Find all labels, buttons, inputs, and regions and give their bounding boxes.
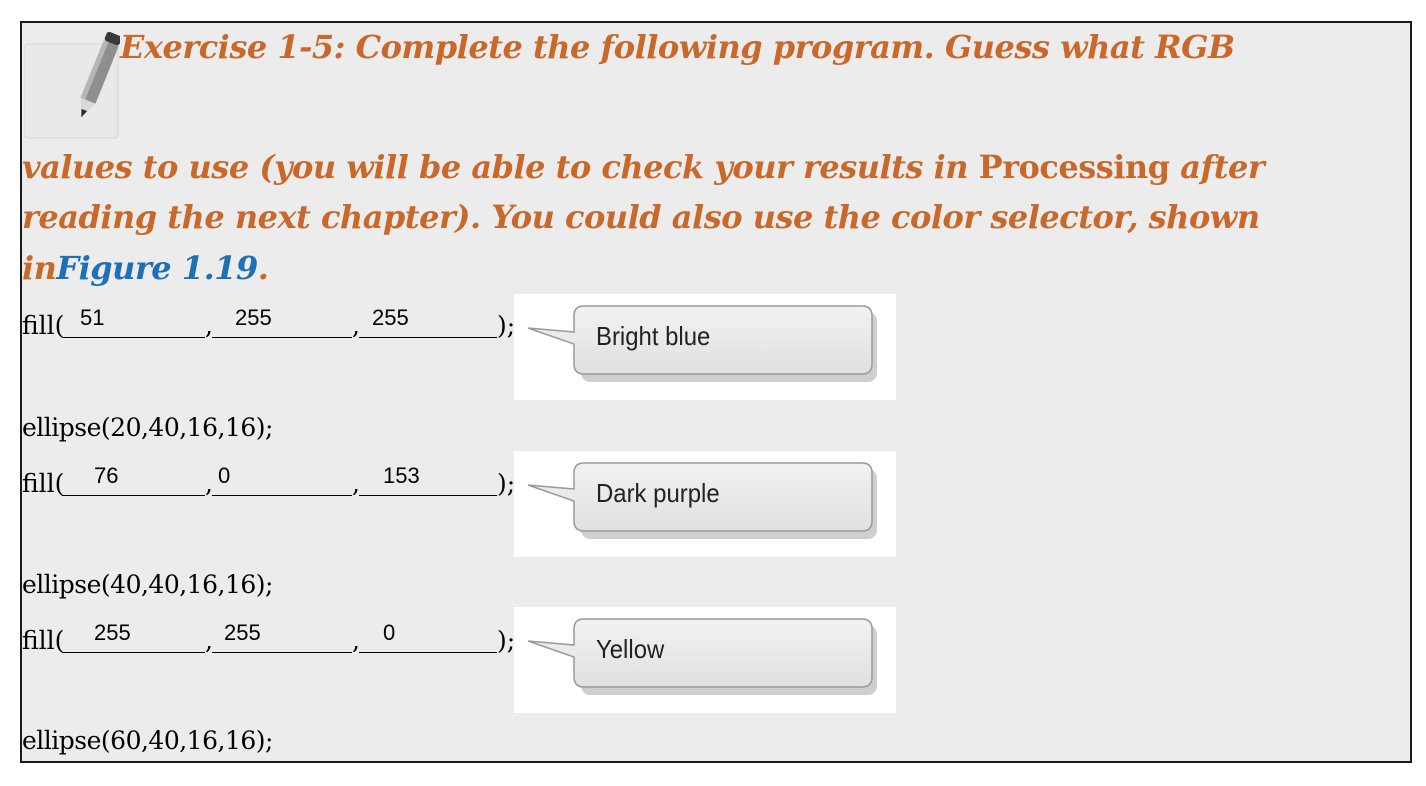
- ellipse-statement-3: ellipse(60,40,16,16);: [22, 726, 273, 755]
- green-blank[interactable]: 0: [212, 463, 352, 496]
- ellipse-statement-2: ellipse(40,40,16,16);: [22, 570, 273, 599]
- callout-label: Yellow: [596, 634, 665, 664]
- fill-statement-1: fill( 51 , 255 , 255 );: [22, 305, 516, 340]
- exercise-title-line-3: reading the next chapter). You could als…: [22, 198, 1260, 236]
- callout-label: Dark purple: [596, 478, 720, 508]
- callout-dark-purple: Dark purple: [514, 451, 896, 557]
- callout-label: Bright blue: [596, 321, 711, 351]
- green-blank[interactable]: 255: [212, 305, 352, 338]
- ellipse-statement-1: ellipse(20,40,16,16);: [22, 413, 273, 442]
- fill-keyword: fill(: [22, 311, 65, 340]
- callout-bright-blue: Bright blue: [514, 294, 896, 400]
- red-blank[interactable]: 255: [62, 620, 205, 653]
- red-blank[interactable]: 76: [62, 463, 205, 496]
- pencil-icon: [23, 24, 122, 140]
- red-blank[interactable]: 51: [62, 305, 205, 338]
- exercise-title-line-2: values to use (you will be able to check…: [22, 148, 1265, 186]
- blue-blank[interactable]: 255: [359, 305, 497, 338]
- speech-bubble-icon: [527, 618, 877, 695]
- exercise-title-line-4: inFigure 1.19.: [22, 249, 269, 287]
- figure-link[interactable]: Figure 1.19: [56, 249, 258, 287]
- fill-statement-3: fill( 255 , 255 , 0 );: [22, 620, 516, 655]
- exercise-title-line-1: Exercise 1-5: Complete the following pro…: [120, 28, 1235, 66]
- blue-blank[interactable]: 0: [359, 620, 497, 653]
- callout-yellow: Yellow: [514, 607, 896, 713]
- fill-statement-2: fill( 76 , 0 , 153 );: [22, 463, 516, 498]
- green-blank[interactable]: 255: [212, 620, 352, 653]
- processing-term: Processing: [978, 148, 1170, 186]
- blue-blank[interactable]: 153: [359, 463, 497, 496]
